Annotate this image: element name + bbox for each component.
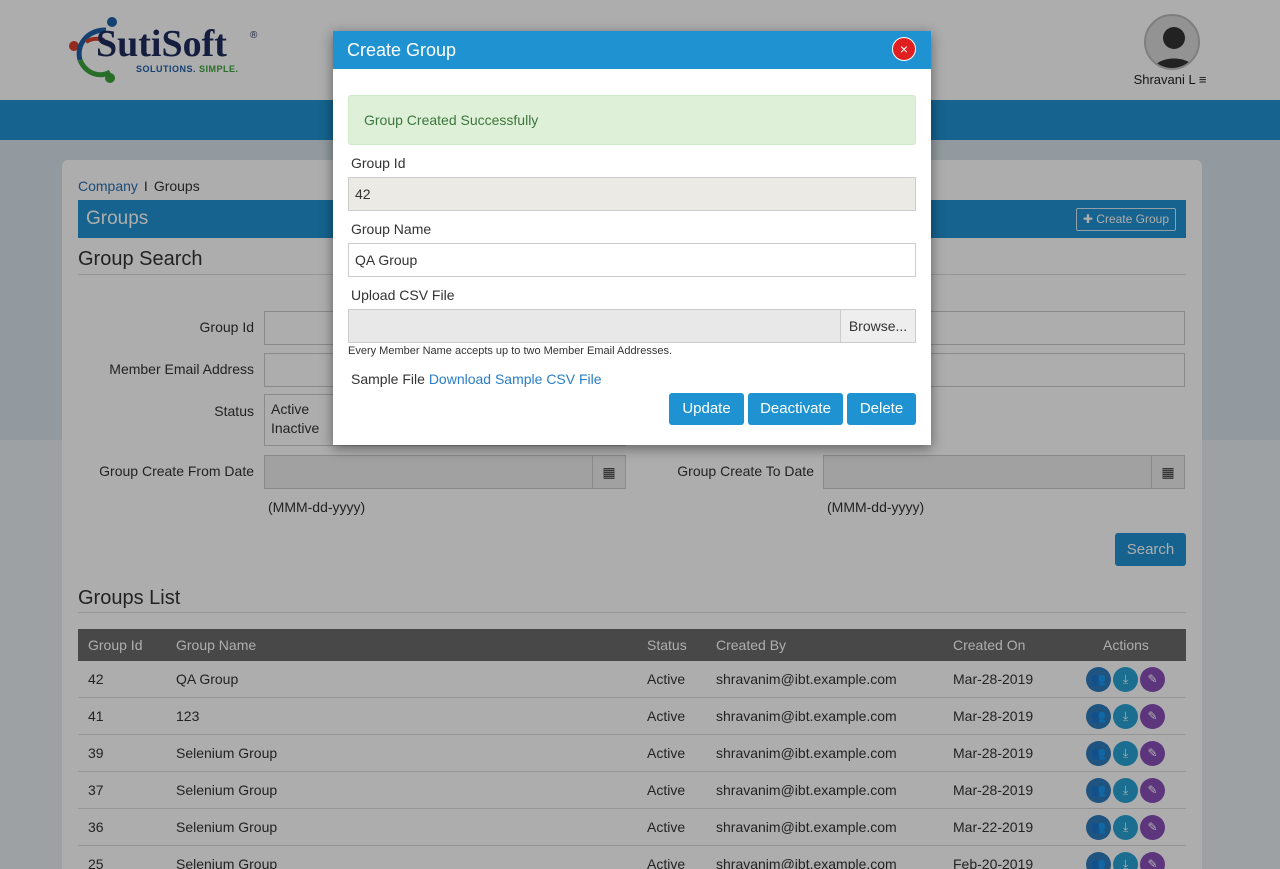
modal-group-name-input[interactable]: QA Group (348, 243, 916, 277)
sample-file-label: Sample File (351, 371, 425, 387)
csv-file-input[interactable]: Browse... (348, 309, 916, 343)
modal-header: Create Group × (333, 31, 931, 69)
close-icon[interactable]: × (892, 37, 916, 61)
delete-button[interactable]: Delete (847, 393, 916, 425)
update-button[interactable]: Update (669, 393, 744, 425)
upload-csv-label: Upload CSV File (351, 287, 455, 303)
modal-group-id-input: 42 (348, 177, 916, 211)
browse-button[interactable]: Browse... (840, 310, 915, 342)
success-alert: Group Created Successfully (348, 95, 916, 145)
deactivate-button[interactable]: Deactivate (748, 393, 843, 425)
modal-title: Create Group (347, 40, 457, 60)
create-group-modal: Create Group × Group Created Successfull… (333, 31, 931, 445)
upload-note: Every Member Name accepts up to two Memb… (348, 345, 673, 357)
download-sample-link[interactable]: Download Sample CSV File (429, 371, 602, 387)
modal-group-name-label: Group Name (351, 221, 432, 237)
sample-file-row: Sample File Download Sample CSV File (351, 371, 602, 387)
modal-group-id-label: Group Id (351, 155, 406, 171)
